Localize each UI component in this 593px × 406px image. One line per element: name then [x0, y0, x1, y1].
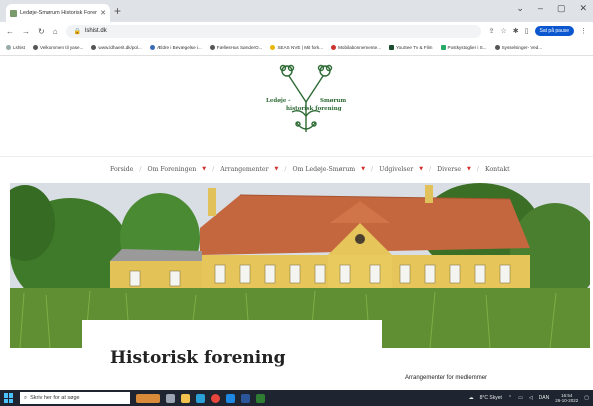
menu-icon[interactable]: ⋮ [580, 27, 587, 35]
word-icon[interactable] [241, 393, 250, 403]
toolbar-actions: ⇪ ☆ ✱ ▯ Sat på pause ⋮ [489, 26, 587, 36]
app-icon[interactable] [226, 393, 235, 403]
nav-separator: / [139, 165, 142, 173]
chevron-down-icon[interactable]: ▼ [361, 166, 365, 172]
chevron-down-icon[interactable]: ▼ [202, 166, 206, 172]
bookmark-item[interactable]: Lshist [6, 45, 25, 50]
bookmark-item[interactable]: Mobilabonnemente... [331, 45, 381, 50]
nav-separator: / [371, 165, 374, 173]
edge-icon[interactable] [196, 393, 205, 403]
taskbar-search-placeholder: Skriv her for at søge [30, 395, 80, 401]
start-button-icon[interactable] [4, 393, 14, 403]
browser-toolbar: ← → ↻ ⌂ 🔒 lshist.dk ⇪ ☆ ✱ ▯ Sat på pause… [0, 22, 593, 40]
bookmark-favicon-icon [331, 45, 337, 50]
minimize-icon[interactable]: – [538, 3, 543, 14]
notification-icon[interactable]: ▢ [584, 395, 589, 401]
chrome-icon[interactable] [211, 393, 220, 403]
forward-icon[interactable]: → [22, 27, 30, 36]
browser-tab-bar: Ledøje-Smørum Historisk Foren ✕ + ⌄ – ▢ … [0, 0, 593, 22]
bookmark-item[interactable]: FællesHus SønderO... [209, 45, 262, 50]
sidepanel-icon[interactable]: ▯ [525, 27, 529, 35]
close-window-icon[interactable]: ✕ [579, 3, 587, 14]
maps-icon[interactable] [256, 393, 265, 403]
chevron-down-icon[interactable]: ▼ [419, 166, 423, 172]
chevron-down-icon[interactable]: ▼ [275, 166, 279, 172]
address-bar[interactable]: 🔒 lshist.dk [65, 24, 481, 38]
news-widget-icon[interactable] [136, 393, 160, 403]
browser-tab[interactable]: Ledøje-Smørum Historisk Foren ✕ [6, 4, 110, 22]
language-indicator[interactable]: DAN [539, 395, 550, 401]
tray-chevron-icon[interactable]: ⌃ [508, 395, 512, 401]
network-icon[interactable]: ▭ [518, 395, 523, 401]
bookmarks-bar: Lshist Velkommen til yase... www.ldhaeri… [0, 40, 593, 56]
bookmark-favicon-icon [149, 45, 155, 50]
nav-item-diverse[interactable]: Diverse [437, 166, 461, 173]
bookmark-favicon-icon [33, 45, 39, 50]
chevron-down-icon[interactable]: ▼ [467, 166, 471, 172]
bookmark-favicon-icon [209, 45, 215, 50]
taskbar-search-input[interactable]: ⌕ Skriv her for at søge [20, 392, 130, 404]
extensions-icon[interactable]: ✱ [513, 27, 519, 35]
tab-search-icon[interactable]: ⌄ [516, 3, 524, 14]
nav-item-om-foreningen[interactable]: Om Foreningen [148, 166, 197, 173]
sidebar-heading: Arrangementer for medlemmer [405, 375, 488, 381]
share-icon[interactable]: ⇪ [489, 27, 495, 35]
clock-date: 26-10-2022 [555, 398, 579, 403]
maximize-icon[interactable]: ▢ [557, 3, 566, 14]
bookmark-star-icon[interactable]: ☆ [501, 27, 507, 35]
task-view-icon[interactable] [166, 393, 175, 403]
close-tab-icon[interactable]: ✕ [100, 9, 106, 17]
nav-separator: / [476, 165, 479, 173]
main-navigation: Forside / Om Foreningen ▼ / Arrangemente… [110, 163, 510, 175]
nav-separator: / [284, 165, 287, 173]
weather-icon[interactable]: ☁ [469, 395, 474, 401]
bookmark-favicon-icon [6, 45, 11, 50]
divider [0, 156, 593, 157]
bookmark-favicon-icon [270, 45, 276, 50]
back-icon[interactable]: ← [6, 27, 14, 36]
bookmark-favicon-icon [91, 45, 97, 50]
bookmark-favicon-icon [494, 45, 500, 50]
tab-title: Ledøje-Smørum Historisk Foren [20, 10, 98, 16]
search-icon: ⌕ [24, 394, 28, 401]
logo-text-left: Ledøje - [266, 98, 291, 104]
nav-item-om-ledoje-smorum[interactable]: Om Ledøje-Smørum [293, 166, 356, 173]
system-tray: ☁ 8°C Skyet ⌃ ▭ ◁ DAN 16:54 26-10-2022 ▢ [469, 393, 589, 404]
bookmark-favicon-icon [440, 45, 446, 50]
profile-button[interactable]: Sat på pause [534, 26, 574, 36]
bookmark-item[interactable]: Ældre i Bevægelse i... [149, 45, 202, 50]
nav-separator: / [212, 165, 215, 173]
logo-text-bottom: historisk forening [286, 106, 342, 112]
bookmark-item[interactable]: Velkommen til yase... [33, 45, 83, 50]
reload-icon[interactable]: ↻ [38, 27, 45, 36]
windows-taskbar: ⌕ Skriv her for at søge ☁ 8°C Skyet ⌃ ▭ … [0, 390, 593, 406]
bookmark-item[interactable]: SEAS NVE | Mit fork... [270, 45, 323, 50]
nav-item-arrangementer[interactable]: Arrangementer [220, 166, 268, 173]
bookmark-favicon-icon [389, 45, 394, 50]
logo-text-right: Smørum [320, 98, 347, 104]
weather-text[interactable]: 8°C Skyet [480, 395, 502, 401]
url-text: lshist.dk [85, 28, 107, 34]
bookmark-item[interactable]: Postkystoglier i S... [440, 45, 487, 50]
lock-icon: 🔒 [73, 28, 82, 35]
bookmark-item[interactable]: www.ldhaerit.dk/pol... [91, 45, 142, 50]
clock[interactable]: 16:54 26-10-2022 [555, 393, 578, 404]
site-favicon-icon [10, 9, 17, 17]
nav-item-forside[interactable]: Forside [110, 166, 133, 173]
home-icon[interactable]: ⌂ [53, 27, 58, 36]
nav-item-udgivelser[interactable]: Udgivelser [379, 166, 413, 173]
bookmark-item[interactable]: Sysselsinger- Ved... [494, 45, 542, 50]
volume-icon[interactable]: ◁ [529, 395, 533, 401]
bookmark-item[interactable]: YouSee Tv & Film [389, 45, 433, 50]
page-title: Historisk forening [110, 348, 286, 368]
file-explorer-icon[interactable] [181, 393, 190, 403]
window-controls: ⌄ – ▢ ✕ [516, 3, 587, 14]
nav-separator: / [429, 165, 432, 173]
new-tab-button[interactable]: + [114, 4, 121, 18]
site-logo[interactable]: Ledøje - Smørum historisk forening [262, 62, 352, 140]
nav-item-kontakt[interactable]: Kontakt [485, 166, 510, 173]
